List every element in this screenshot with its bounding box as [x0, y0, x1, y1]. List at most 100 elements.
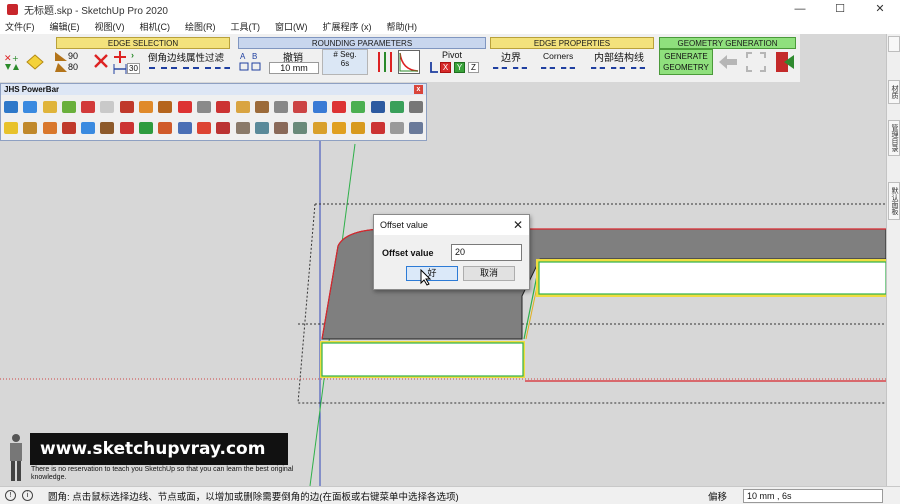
tool-28-icon[interactable]: [100, 122, 115, 134]
minimize-button[interactable]: —: [780, 0, 820, 19]
tool-39-icon[interactable]: [312, 122, 327, 134]
back-arrow-icon[interactable]: [718, 54, 738, 70]
filter-line-4[interactable]: [215, 67, 230, 69]
measurements-box[interactable]: 10 mm , 6s: [743, 488, 883, 503]
front-face[interactable]: [321, 342, 524, 377]
tool-10-icon[interactable]: [177, 101, 192, 113]
offset-value-field[interactable]: 10 mm: [269, 62, 319, 74]
maximize-button[interactable]: ☐: [820, 0, 860, 19]
info-icon[interactable]: i: [22, 490, 33, 501]
tool-24-icon[interactable]: [23, 122, 38, 134]
border-line-2[interactable]: [513, 67, 527, 69]
tray-tab-default[interactable]: 默认面板: [888, 182, 900, 220]
pivot-y[interactable]: Y: [454, 62, 465, 73]
font-ab-icon[interactable]: A B: [239, 50, 263, 74]
border-line-1[interactable]: [493, 67, 507, 69]
tool-26-icon[interactable]: [61, 122, 76, 134]
tool-7-icon[interactable]: [119, 101, 134, 113]
corners-label[interactable]: Corners: [543, 51, 573, 61]
filter-line-1[interactable]: [149, 67, 167, 69]
menu-view[interactable]: 视图(V): [95, 20, 125, 33]
tool-25-icon[interactable]: [42, 122, 57, 134]
filter-line-2[interactable]: [171, 67, 189, 69]
inner-line-2[interactable]: [611, 67, 625, 69]
corners-line-2[interactable]: [561, 67, 575, 69]
menu-draw[interactable]: 绘图(R): [185, 20, 216, 33]
tool-18-icon[interactable]: [332, 101, 347, 113]
tool-21-icon[interactable]: [389, 101, 404, 113]
angle-90-icon[interactable]: [54, 51, 68, 62]
tool-22-icon[interactable]: [409, 101, 424, 113]
filter-line-3[interactable]: [193, 67, 211, 69]
menu-file[interactable]: 文件(F): [5, 20, 35, 33]
tool-5-icon[interactable]: [81, 101, 96, 113]
offset-value-input[interactable]: 20: [451, 244, 522, 261]
tool-35-icon[interactable]: [235, 122, 250, 134]
parallel-lines-icon[interactable]: [376, 51, 394, 73]
tool-40-icon[interactable]: [332, 122, 347, 134]
menu-edit[interactable]: 编辑(E): [50, 20, 80, 33]
tool-27-icon[interactable]: [81, 122, 96, 134]
menu-help[interactable]: 帮助(H): [387, 20, 418, 33]
inner-line-1[interactable]: [591, 67, 605, 69]
tool-34-icon[interactable]: [216, 122, 231, 134]
corners-line-1[interactable]: [541, 67, 555, 69]
fullscreen-icon[interactable]: [746, 52, 766, 72]
inner-lines-label[interactable]: 内部结构线: [594, 49, 644, 64]
pivot-z[interactable]: Z: [468, 62, 479, 73]
tool-11-icon[interactable]: [196, 101, 211, 113]
tool-29-icon[interactable]: [119, 122, 134, 134]
cancel-button[interactable]: 取消: [463, 266, 515, 281]
tool-4-icon[interactable]: [61, 101, 76, 113]
tool-42-icon[interactable]: [370, 122, 385, 134]
tool-30-icon[interactable]: [139, 122, 154, 134]
tool-12-icon[interactable]: [216, 101, 231, 113]
tool-37-icon[interactable]: [274, 122, 289, 134]
menu-window[interactable]: 窗口(W): [275, 20, 308, 33]
geo-location-icon[interactable]: !: [5, 490, 16, 501]
exit-icon[interactable]: [774, 51, 796, 73]
tool-1-icon[interactable]: [4, 101, 18, 113]
ok-button[interactable]: 好: [406, 266, 458, 281]
tool-43-icon[interactable]: [389, 122, 404, 134]
segments-control[interactable]: # Seg. 6s: [322, 49, 368, 75]
tool-20-icon[interactable]: [370, 101, 385, 113]
dialog-close-button[interactable]: ✕: [513, 215, 523, 235]
tray-tab-materials[interactable]: 材质: [888, 80, 900, 104]
border-label[interactable]: 边界: [501, 49, 521, 64]
tool-38-icon[interactable]: [293, 122, 308, 134]
tool-2-icon[interactable]: [23, 101, 38, 113]
tool-36-icon[interactable]: [254, 122, 269, 134]
tool-16-icon[interactable]: [293, 101, 308, 113]
tray-tab-0[interactable]: [888, 36, 900, 52]
tool-8-icon[interactable]: [139, 101, 154, 113]
chamfer-filter-label[interactable]: 倒角边线属性过滤: [148, 50, 224, 64]
width-arrow-icon[interactable]: [113, 64, 127, 74]
tool-19-icon[interactable]: [351, 101, 366, 113]
chevron-right-icon[interactable]: ›: [131, 50, 134, 60]
tool-3-icon[interactable]: [42, 101, 57, 113]
angle-80-icon[interactable]: [54, 62, 68, 73]
powerbar-close-button[interactable]: x: [414, 85, 423, 94]
generate-geometry-button[interactable]: GENERATE GEOMETRY: [659, 49, 713, 75]
angle-value-field[interactable]: 30: [127, 63, 140, 74]
tool-6-icon[interactable]: [100, 101, 115, 113]
tool-32-icon[interactable]: [177, 122, 192, 134]
close-window-button[interactable]: ✕: [860, 0, 900, 19]
menu-extensions[interactable]: 扩展程序 (x): [323, 20, 372, 33]
tool-31-icon[interactable]: [158, 122, 173, 134]
face-select-icon[interactable]: [26, 54, 44, 70]
tool-14-icon[interactable]: [254, 101, 269, 113]
move-cross-icon[interactable]: [113, 51, 127, 63]
round-profile-icon[interactable]: [398, 50, 420, 74]
menu-camera[interactable]: 相机(C): [140, 20, 171, 33]
menu-tools[interactable]: 工具(T): [231, 20, 261, 33]
erase-selection-icon[interactable]: [93, 53, 109, 69]
tool-17-icon[interactable]: [312, 101, 327, 113]
tool-13-icon[interactable]: [235, 101, 250, 113]
pivot-x[interactable]: X: [440, 62, 451, 73]
tool-41-icon[interactable]: [351, 122, 366, 134]
inner-line-3[interactable]: [631, 67, 645, 69]
tray-tab-manage[interactable]: 管理目录: [888, 120, 900, 156]
tool-23-icon[interactable]: [4, 122, 18, 134]
